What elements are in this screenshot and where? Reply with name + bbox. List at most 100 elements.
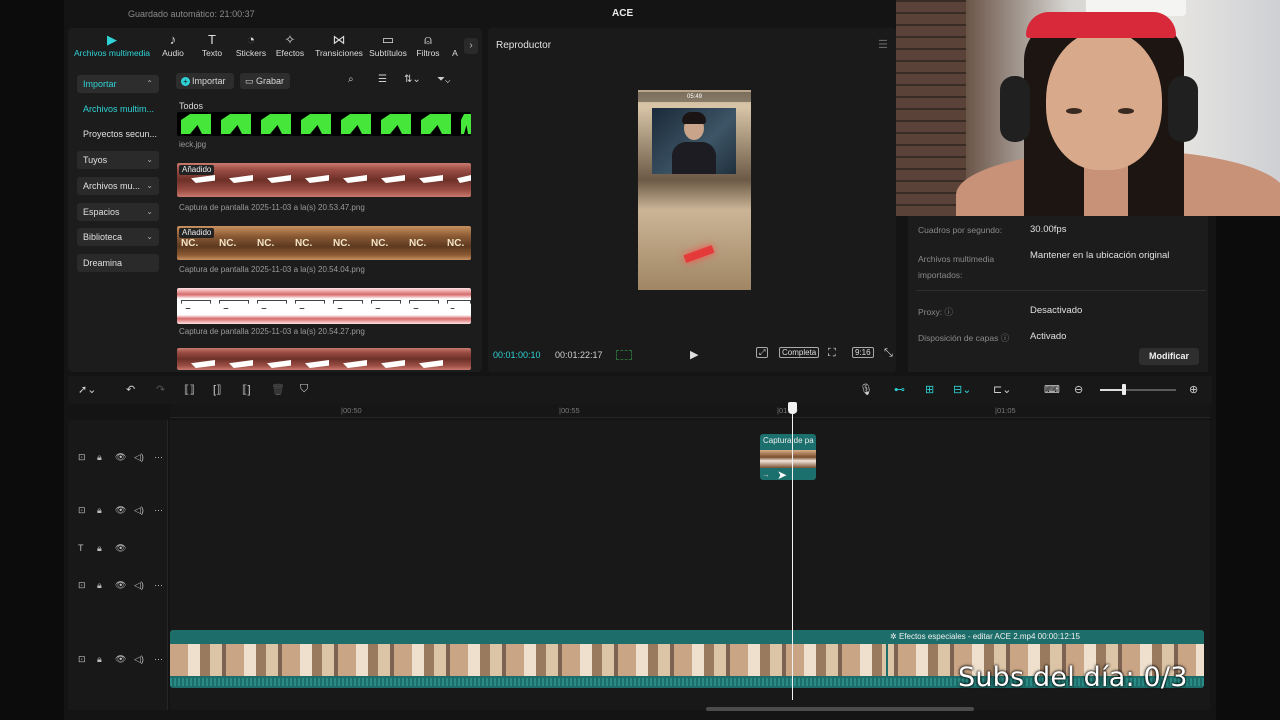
delete-icon[interactable]: 🗑 [271, 383, 285, 396]
playhead[interactable] [792, 412, 793, 700]
import-button[interactable]: + Importar [176, 73, 234, 89]
preview-axis-icon[interactable]: ⊏⌄ [993, 383, 1011, 396]
lock-icon[interactable]: 🔒︎ [97, 452, 102, 463]
prop-value-layers: Activado [1030, 331, 1067, 342]
eye-icon[interactable]: 👁︎ [115, 505, 126, 516]
trim-left-icon[interactable]: [⟧ [213, 383, 222, 396]
thumb-frame [181, 300, 211, 309]
sidebar-item-archivos-multimedia[interactable]: Archivos multim... [77, 100, 159, 118]
play-icon[interactable]: ▶ [690, 348, 698, 361]
sidebar-item-tuyos[interactable]: Tuyos ⌄ [77, 151, 159, 169]
thumb-frame [421, 114, 451, 134]
more-icon[interactable]: ⋯ [154, 580, 163, 591]
undo-icon[interactable]: ↶ [126, 383, 135, 396]
zoom-out-icon[interactable]: ⊖ [1074, 383, 1083, 396]
lock-icon[interactable]: 🔒︎ [97, 543, 102, 554]
sidebar-item-biblioteca[interactable]: Biblioteca ⌄ [77, 228, 159, 246]
playhead-handle[interactable] [788, 402, 797, 414]
proxy-label-text: Proxy: [918, 307, 943, 317]
timeline-ruler[interactable] [170, 404, 1210, 418]
media-filename: Captura de pantalla 2025-11-03 a la(s) 2… [179, 203, 365, 212]
chevron-up-icon: ⌃ [146, 79, 153, 88]
magnet-link-icon[interactable]: ⊷ [894, 383, 905, 396]
sidebar-item-espacios[interactable]: Espacios ⌄ [77, 203, 159, 221]
aspect-ratio-label: 9:16 [852, 347, 874, 358]
person-hair [682, 112, 706, 124]
added-badge: Añadido [179, 228, 215, 238]
thumb-frame-text: NC. [257, 238, 275, 249]
eye-icon[interactable]: 👁︎ [115, 452, 126, 463]
modify-button[interactable]: Modificar [1139, 348, 1199, 365]
prop-value-proxy: Desactivado [1030, 305, 1083, 316]
search-icon[interactable]: ⌕ [348, 74, 354, 85]
video-preview[interactable]: 05:49 [638, 90, 751, 290]
select-cursor-icon[interactable]: ➚⌄ [78, 383, 96, 396]
shield-icon[interactable]: ⛉ [300, 383, 308, 396]
speaker-icon[interactable]: ◁) [134, 505, 144, 516]
media-thumb-captura-1[interactable]: Añadido [177, 163, 471, 197]
tab-efectos[interactable]: ✧ Efectos [267, 32, 313, 58]
tab-subtitulos[interactable]: ▭ Subtítulos [365, 32, 411, 58]
menu-icon[interactable]: ☰ [878, 38, 888, 51]
audio-meter-icon [616, 350, 632, 360]
tab-label: Efectos [275, 48, 305, 58]
tab-transiciones[interactable]: ⋈ Transiciones [314, 32, 364, 58]
trim-right-icon[interactable]: ⟦] [242, 383, 251, 396]
sidebar-item-proyectos-secundarios[interactable]: Proyectos secun... [77, 125, 159, 143]
person-face [1046, 30, 1162, 170]
project-title: ACE [612, 8, 634, 19]
lock-icon[interactable]: 🔒︎ [97, 505, 102, 516]
media-thumb-partial[interactable] [177, 348, 471, 370]
microphone-icon[interactable]: 🎙 [859, 383, 873, 396]
sort-icon[interactable]: ⇅⌄ [404, 74, 421, 85]
list-view-icon[interactable]: ☰ [378, 74, 387, 85]
aspect-ratio-button[interactable]: 9:16 [852, 347, 874, 358]
eye-icon[interactable]: 👁︎ [115, 654, 126, 665]
speaker-icon[interactable]: ◁) [134, 452, 144, 463]
sidebar-item-archivos-mu[interactable]: Archivos mu... ⌄ [77, 177, 159, 195]
tabs-scroll-right-icon[interactable]: › [464, 38, 478, 54]
more-icon[interactable]: ⋯ [154, 654, 163, 665]
lock-icon[interactable]: 🔒︎ [97, 654, 102, 665]
speaker-icon[interactable]: ◁) [134, 580, 144, 591]
tab-label: Texto [201, 48, 223, 58]
record-button[interactable]: ▭ Grabar [240, 73, 290, 89]
tab-label: Filtros [416, 48, 440, 58]
sidebar-item-importar[interactable]: Importar ⌃ [77, 75, 159, 93]
media-thumb-ieck[interactable] [177, 112, 471, 136]
media-thumb-captura-3[interactable] [177, 288, 471, 324]
more-tab-icon [448, 32, 462, 48]
sidebar-item-dreamina[interactable]: Dreamina [77, 254, 159, 272]
horizontal-scrollbar[interactable] [706, 707, 974, 711]
zoom-slider-handle[interactable] [1122, 384, 1127, 395]
fullscreen-icon[interactable]: ⤡ [884, 347, 893, 360]
media-thumb-captura-2[interactable]: Añadido NC. NC. NC. NC. NC. NC. NC. NC. [177, 226, 471, 260]
eye-icon[interactable]: 👁︎ [115, 543, 126, 554]
redo-icon[interactable]: ↷ [156, 383, 165, 396]
divider [916, 290, 1206, 291]
record-label: Grabar [256, 76, 285, 86]
zoom-in-icon[interactable]: ⊕ [1189, 383, 1198, 396]
keyboard-icon[interactable]: ⌨ [1044, 383, 1060, 396]
linkage-icon[interactable]: ⊟⌄ [953, 383, 971, 396]
tab-archivos-multimedia[interactable]: ▶ Archivos multimedia [70, 32, 154, 58]
lock-icon[interactable]: 🔒︎ [97, 580, 102, 591]
more-icon[interactable]: ⋯ [154, 452, 163, 463]
full-quality-button[interactable]: Completa [779, 347, 820, 358]
auto-snap-icon[interactable]: ⊞ [925, 383, 934, 396]
tab-more[interactable]: A [448, 32, 462, 58]
full-quality-label: Completa [779, 347, 820, 358]
split-icon[interactable]: ⟦⟧ [184, 383, 195, 396]
eye-icon[interactable]: 👁︎ [115, 580, 126, 591]
thumb-frame [191, 360, 215, 368]
filter-icon[interactable]: ⏷⌄ [437, 74, 450, 85]
camera-icon: ▭ [245, 76, 254, 86]
tab-filtros[interactable]: ⍝ Filtros [406, 32, 450, 58]
timeline-clip-captura[interactable]: Captura de pa → [760, 434, 816, 480]
speaker-icon[interactable]: ◁) [134, 654, 144, 665]
fit-screen-icon[interactable]: ⛶ [828, 347, 836, 360]
crop-icon[interactable]: ⤢ [756, 347, 769, 358]
more-icon[interactable]: ⋯ [154, 505, 163, 516]
arrow-right-icon: → [762, 470, 770, 479]
thumb-frame [191, 175, 215, 183]
